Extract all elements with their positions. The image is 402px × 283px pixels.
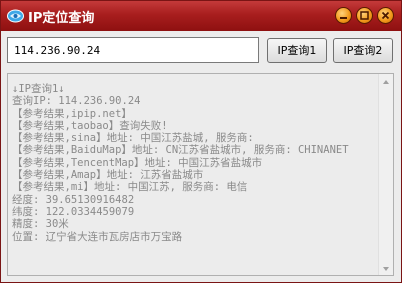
app-logo-icon (7, 8, 24, 23)
result-line: ↓IP查询1↓ (12, 83, 65, 95)
result-line: 经度: 39.65130916482 (12, 193, 135, 206)
content-area: IP查询1 IP查询2 ↓IP查询1↓ 查询IP: 114.236.90.24 … (1, 31, 401, 282)
scroll-up-icon[interactable] (379, 74, 393, 88)
result-line: 纬度: 122.0334459079 (12, 205, 135, 218)
result-line: 【参考结果,ipip.net】 (12, 107, 132, 120)
close-icon (381, 11, 390, 20)
ip-input[interactable] (7, 37, 259, 63)
scroll-down-icon[interactable] (379, 261, 393, 275)
minimize-icon (340, 17, 347, 19)
vertical-scrollbar[interactable] (378, 74, 393, 275)
result-lines: ↓IP查询1↓ 查询IP: 114.236.90.24 【参考结果,ipip.n… (12, 83, 377, 243)
result-line: 【参考结果,TencentMap】地址: 中国江苏省盐城市 (12, 156, 263, 169)
result-textarea[interactable]: ↓IP查询1↓ 查询IP: 114.236.90.24 【参考结果,ipip.n… (7, 73, 394, 276)
result-line: 【参考结果,BaiduMap】地址: CN江苏省盐城市, 服务商: CHINAN… (12, 144, 349, 157)
minimize-button[interactable] (335, 7, 352, 24)
result-line: 查询IP: 114.236.90.24 (12, 95, 141, 108)
result-line: 精度: 30米 (12, 218, 69, 231)
result-line: 【参考结果,Amap】地址: 江苏省盐城市 (12, 169, 204, 182)
maximize-button[interactable] (356, 7, 373, 24)
result-line: 【参考结果,taobao】查询失败! (12, 119, 168, 132)
window-title: IP定位查询 (28, 11, 95, 26)
close-button[interactable] (377, 7, 394, 24)
ip-query1-button[interactable]: IP查询1 (267, 38, 327, 63)
result-line: 位置: 辽宁省大连市瓦房店市万宝路 (12, 230, 183, 243)
app-window: IP定位查询 IP查询1 IP查询2 ↓IP查询1↓ 查询IP: 114.236… (0, 0, 402, 283)
result-line: 【参考结果,mi】地址: 中国江苏, 服务商: 电信 (12, 181, 248, 194)
title-bar[interactable]: IP定位查询 (1, 1, 401, 31)
ip-query2-button[interactable]: IP查询2 (333, 38, 393, 63)
maximize-icon (360, 11, 369, 20)
result-line: 【参考结果,sina】地址: 中国江苏盐城, 服务商: (12, 132, 254, 145)
